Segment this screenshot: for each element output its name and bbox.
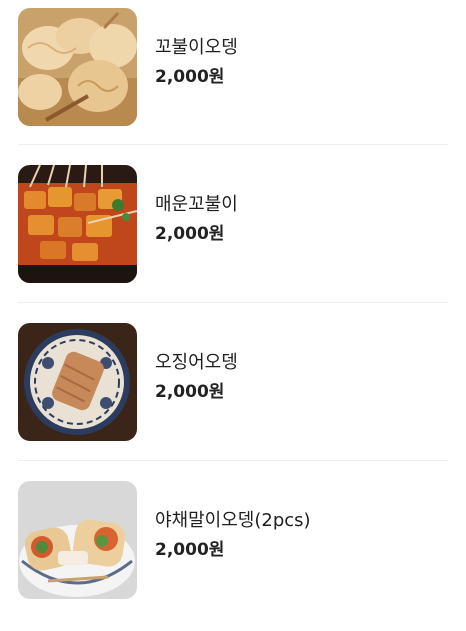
menu-item-name: 야채말이오뎅(2pcs) <box>155 510 311 531</box>
menu-item-info: 매운꼬불이 2,000원 <box>155 193 238 245</box>
divider <box>18 144 448 145</box>
menu-item-kkobul-odeng[interactable]: 꼬불이오뎅 2,000원 <box>0 0 466 158</box>
vegetable-rolled-fishcake-photo <box>18 481 137 599</box>
menu-item-image[interactable] <box>18 481 137 599</box>
menu-item-info: 오징어오뎅 2,000원 <box>155 351 238 403</box>
menu-item-vegetable-roll-odeng[interactable]: 야채말이오뎅(2pcs) 2,000원 <box>0 473 466 631</box>
menu-item-image[interactable] <box>18 8 137 126</box>
menu-list: 꼬불이오뎅 2,000원 매운꼬불이 2,000원 오징어오뎅 2,000원 야… <box>0 0 466 610</box>
divider <box>18 460 448 461</box>
menu-item-name: 매운꼬불이 <box>155 194 238 215</box>
menu-item-squid-odeng[interactable]: 오징어오뎅 2,000원 <box>0 315 466 473</box>
menu-item-price: 2,000원 <box>155 540 225 560</box>
squid-fishcake-on-plate-photo <box>18 323 137 441</box>
skewered-fishcake-photo <box>18 8 137 126</box>
menu-item-spicy-kkobuli[interactable]: 매운꼬불이 2,000원 <box>0 157 466 315</box>
menu-item-image[interactable] <box>18 323 137 441</box>
menu-item-price: 2,000원 <box>155 382 225 402</box>
menu-item-image[interactable] <box>18 165 137 283</box>
menu-item-price: 2,000원 <box>155 224 225 244</box>
menu-item-info: 꼬불이오뎅 2,000원 <box>155 36 238 88</box>
divider <box>18 302 448 303</box>
menu-item-name: 꼬불이오뎅 <box>155 37 238 58</box>
menu-item-name: 오징어오뎅 <box>155 352 238 373</box>
spicy-fishcake-skewers-photo <box>18 165 137 283</box>
menu-item-info: 야채말이오뎅(2pcs) 2,000원 <box>155 509 311 561</box>
menu-item-price: 2,000원 <box>155 67 225 87</box>
